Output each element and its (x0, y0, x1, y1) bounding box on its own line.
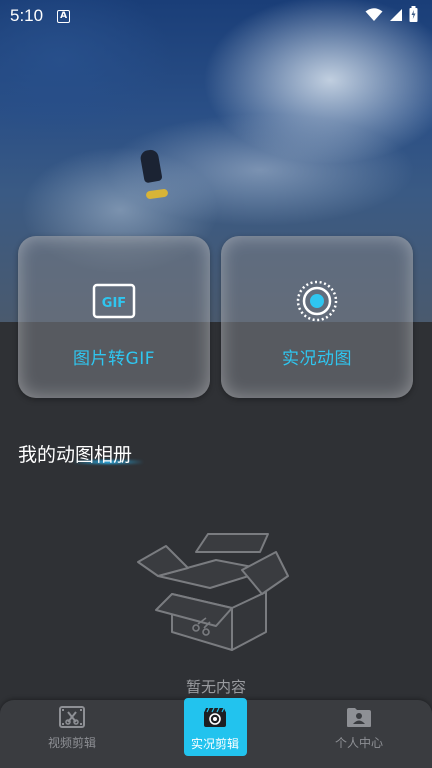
empty-box-icon (136, 528, 296, 656)
live-photo-card[interactable]: 实况动图 (221, 236, 413, 398)
status-time: 5:10 (10, 6, 44, 25)
video-edit-icon (59, 706, 85, 728)
nav-item-video-edit[interactable]: 视频剪辑 (12, 700, 132, 768)
image-to-gif-label: 图片转GIF (73, 349, 155, 369)
gif-icon: GIF (91, 278, 137, 324)
svg-text:GIF: GIF (102, 296, 126, 311)
nav-item-live-edit[interactable]: 实况剪辑 (183, 700, 247, 768)
live-photo-label: 实况动图 (282, 349, 352, 369)
wifi-icon (365, 7, 383, 26)
empty-state-text: 暂无内容 (185, 678, 246, 696)
live-photo-icon (294, 278, 340, 324)
status-bar: 5:10 A (0, 0, 432, 32)
signal-icon (389, 7, 403, 26)
nav-label-profile: 个人中心 (334, 736, 383, 750)
status-icons (365, 6, 418, 26)
profile-icon (346, 706, 372, 728)
album-title: 我的动图相册 (18, 444, 133, 466)
battery-icon (409, 6, 418, 26)
surfer-figure (139, 148, 163, 184)
surfboard (145, 188, 169, 200)
notification-icon: A (57, 9, 71, 23)
camera-icon (202, 706, 228, 728)
nav-label-live-edit: 实况剪辑 (190, 737, 239, 751)
nav-label-video-edit: 视频剪辑 (47, 736, 96, 750)
nav-item-profile[interactable]: 个人中心 (299, 700, 419, 768)
image-to-gif-card[interactable]: GIF 图片转GIF (18, 236, 210, 398)
